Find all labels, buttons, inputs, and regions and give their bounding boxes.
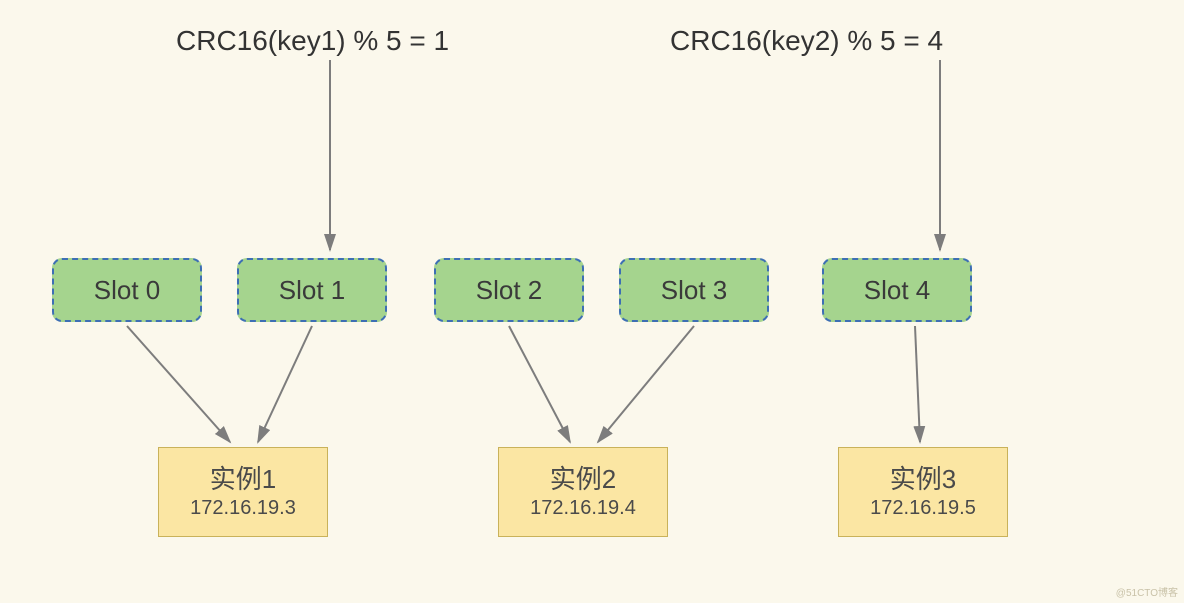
- arrow-slot2-to-instance2: [509, 326, 570, 442]
- slot-3: Slot 3: [619, 258, 769, 322]
- instance-2: 实例2 172.16.19.4: [498, 447, 668, 537]
- instance-1: 实例1 172.16.19.3: [158, 447, 328, 537]
- arrow-slot3-to-instance2: [598, 326, 694, 442]
- instance-3-ip: 172.16.19.5: [870, 497, 976, 520]
- instance-2-title: 实例2: [550, 464, 616, 495]
- instance-1-title: 实例1: [210, 464, 276, 495]
- instance-1-ip: 172.16.19.3: [190, 497, 296, 520]
- arrow-slot0-to-instance1: [127, 326, 230, 442]
- slot-1: Slot 1: [237, 258, 387, 322]
- watermark: @51CTO博客: [1116, 584, 1178, 599]
- slot-4-label: Slot 4: [864, 275, 931, 306]
- arrow-slot1-to-instance1: [258, 326, 312, 442]
- arrow-slot4-to-instance3: [915, 326, 920, 442]
- instance-3-title: 实例3: [890, 464, 956, 495]
- slot-4: Slot 4: [822, 258, 972, 322]
- instance-2-ip: 172.16.19.4: [530, 497, 636, 520]
- formula-key1: CRC16(key1) % 5 = 1: [176, 25, 449, 57]
- formula-key2: CRC16(key2) % 5 = 4: [670, 25, 943, 57]
- slot-1-label: Slot 1: [279, 275, 346, 306]
- slot-3-label: Slot 3: [661, 275, 728, 306]
- instance-3: 实例3 172.16.19.5: [838, 447, 1008, 537]
- slot-2: Slot 2: [434, 258, 584, 322]
- slot-2-label: Slot 2: [476, 275, 543, 306]
- slot-0-label: Slot 0: [94, 275, 161, 306]
- slot-0: Slot 0: [52, 258, 202, 322]
